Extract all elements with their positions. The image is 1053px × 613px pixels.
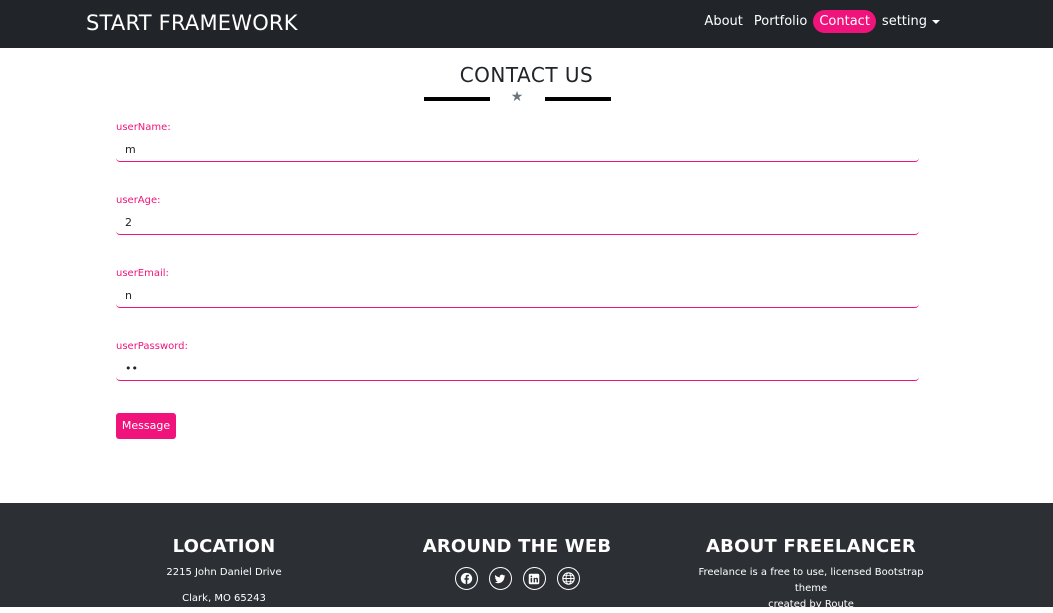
social-links <box>417 567 617 590</box>
username-label: userName: <box>116 122 171 133</box>
userage-field-group: userAge: 2 <box>116 195 919 235</box>
nav-link-about[interactable]: About <box>699 10 747 33</box>
username-field-group: userName: m <box>116 122 919 162</box>
footer-location-line1: 2215 John Daniel Drive <box>166 567 282 578</box>
star-icon: ★ <box>510 89 524 105</box>
nav-link-portfolio[interactable]: Portfolio <box>749 10 812 33</box>
userage-input[interactable]: 2 <box>116 215 919 235</box>
page-title: CONTACT US <box>459 63 594 87</box>
nav-link-setting-label: setting <box>881 14 927 29</box>
userpassword-label: userPassword: <box>116 341 188 352</box>
useremail-field-group: userEmail: n <box>116 268 919 308</box>
footer-web-title: AROUND THE WEB <box>422 536 612 557</box>
globe-icon[interactable] <box>556 567 580 590</box>
username-input[interactable]: m <box>116 142 919 162</box>
navbar: START FRAMEWORK About Portfolio Contact … <box>0 0 1053 48</box>
footer: LOCATION 2215 John Daniel Drive Clark, M… <box>0 503 1053 610</box>
nav-link-setting[interactable]: setting <box>877 10 945 33</box>
divider-line-right <box>545 97 611 101</box>
userpassword-field-group: userPassword: •• <box>116 341 919 381</box>
useremail-label: userEmail: <box>116 268 169 279</box>
chevron-down-icon <box>932 19 940 24</box>
footer-about-line1: Freelance is a free to use, licensed Boo… <box>698 567 924 594</box>
nav-link-contact[interactable]: Contact <box>813 10 876 33</box>
footer-about: ABOUT FREELANCER Freelance is a free to … <box>681 536 941 613</box>
title-divider: ★ <box>424 90 611 104</box>
footer-location-line2: Clark, MO 65243 <box>182 593 266 604</box>
userpassword-input[interactable]: •• <box>116 361 919 381</box>
divider-line-left <box>424 97 490 101</box>
footer-about-line2: created by Route <box>768 599 854 610</box>
nav-links: About Portfolio Contact setting <box>698 10 945 33</box>
twitter-icon[interactable] <box>488 567 512 590</box>
brand-logo[interactable]: START FRAMEWORK <box>86 11 298 35</box>
footer-web: AROUND THE WEB <box>417 536 617 590</box>
useremail-input[interactable]: n <box>116 288 919 308</box>
userage-label: userAge: <box>116 195 161 206</box>
message-button[interactable]: Message <box>116 413 176 439</box>
facebook-icon[interactable] <box>454 567 478 590</box>
footer-location: LOCATION 2215 John Daniel Drive Clark, M… <box>124 536 324 607</box>
footer-about-title: ABOUT FREELANCER <box>706 536 916 557</box>
linkedin-icon[interactable] <box>522 567 546 590</box>
footer-location-title: LOCATION <box>172 536 276 557</box>
